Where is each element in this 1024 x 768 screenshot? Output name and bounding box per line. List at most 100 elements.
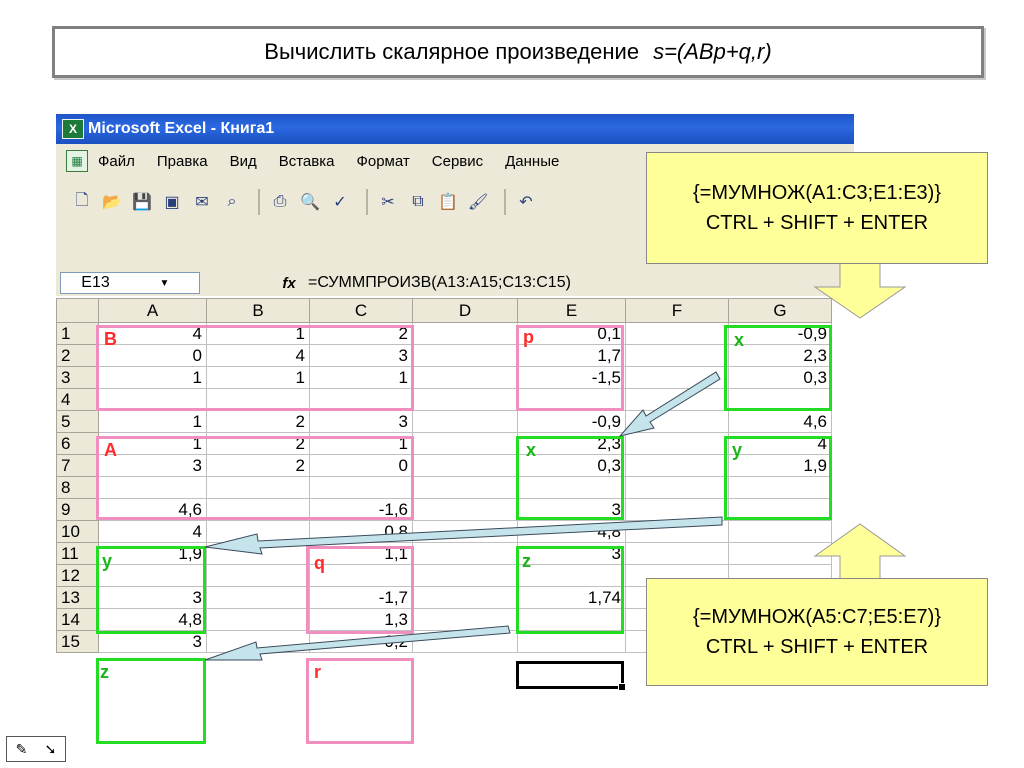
cell-b7[interactable]: 2 — [206, 454, 310, 477]
search-icon[interactable]: ⌕ — [220, 190, 244, 214]
save-icon[interactable]: 💾 — [130, 190, 154, 214]
fill-handle[interactable] — [618, 683, 626, 691]
cell-d4[interactable] — [412, 388, 518, 411]
cell-d2[interactable] — [412, 344, 518, 367]
row-header[interactable]: 11 — [56, 542, 99, 565]
pen-tool-icon[interactable]: ✎ — [7, 741, 36, 758]
cell-b9[interactable] — [206, 498, 310, 521]
cell-c10[interactable]: 0,8 — [309, 520, 413, 543]
menu-format[interactable]: Формат — [356, 153, 409, 170]
print-icon[interactable]: ⎙ — [268, 190, 292, 214]
column-header[interactable]: F — [625, 298, 729, 323]
cell-d11[interactable] — [412, 542, 518, 565]
chevron-down-icon[interactable]: ▼ — [130, 278, 199, 289]
cell-b14[interactable] — [206, 608, 310, 631]
cell-b8[interactable] — [206, 476, 310, 499]
cell-a11[interactable]: 1,9 — [98, 542, 207, 565]
cell-e8[interactable] — [517, 476, 626, 499]
cell-a13[interactable]: 3 — [98, 586, 207, 609]
menu-file[interactable]: Файл — [98, 153, 135, 170]
cell-g6[interactable]: 4 — [728, 432, 832, 455]
menu-insert[interactable]: Вставка — [279, 153, 335, 170]
cell-f6[interactable] — [625, 432, 729, 455]
cell-f2[interactable] — [625, 344, 729, 367]
cell-g9[interactable] — [728, 498, 832, 521]
fx-icon[interactable]: fx — [272, 275, 306, 292]
cell-f11[interactable] — [625, 542, 729, 565]
cell-a8[interactable] — [98, 476, 207, 499]
window-titlebar[interactable]: X Microsoft Excel - Книга1 — [56, 114, 854, 144]
name-box[interactable]: E13 ▼ — [60, 272, 200, 294]
cell-b11[interactable] — [206, 542, 310, 565]
cell-b13[interactable] — [206, 586, 310, 609]
cell-c13[interactable]: -1,7 — [309, 586, 413, 609]
cell-d6[interactable] — [412, 432, 518, 455]
cell-d8[interactable] — [412, 476, 518, 499]
cell-a3[interactable]: 1 — [98, 366, 207, 389]
print-preview-icon[interactable]: 🔍 — [298, 190, 322, 214]
cell-c7[interactable]: 0 — [309, 454, 413, 477]
cell-d7[interactable] — [412, 454, 518, 477]
select-all-corner[interactable] — [56, 298, 99, 323]
column-header[interactable]: B — [206, 298, 310, 323]
menu-edit[interactable]: Правка — [157, 153, 208, 170]
row-header[interactable]: 7 — [56, 454, 99, 477]
cell-c3[interactable]: 1 — [309, 366, 413, 389]
cell-c1[interactable]: 2 — [309, 322, 413, 345]
cell-d9[interactable] — [412, 498, 518, 521]
paste-icon[interactable]: 📋 — [436, 190, 460, 214]
cell-f5[interactable] — [625, 410, 729, 433]
cell-f7[interactable] — [625, 454, 729, 477]
cell-d15[interactable] — [412, 630, 518, 653]
cell-f8[interactable] — [625, 476, 729, 499]
column-header[interactable]: G — [728, 298, 832, 323]
cell-d5[interactable] — [412, 410, 518, 433]
cell-g3[interactable]: 0,3 — [728, 366, 832, 389]
cut-icon[interactable]: ✂ — [376, 190, 400, 214]
cell-e13[interactable]: 1,74 — [517, 586, 626, 609]
cell-c4[interactable] — [309, 388, 413, 411]
cell-c6[interactable]: 1 — [309, 432, 413, 455]
cell-d13[interactable] — [412, 586, 518, 609]
cell-a15[interactable]: 3 — [98, 630, 207, 653]
slide-nav-widget[interactable]: ✎ ➘ — [6, 736, 66, 762]
cell-e14[interactable] — [517, 608, 626, 631]
cell-a14[interactable]: 4,8 — [98, 608, 207, 631]
menu-data[interactable]: Данные — [505, 153, 559, 170]
arrow-pointer-icon[interactable]: ➘ — [36, 741, 65, 758]
open-folder-icon[interactable]: 📂 — [100, 190, 124, 214]
cell-g10[interactable] — [728, 520, 832, 543]
cell-f10[interactable] — [625, 520, 729, 543]
cell-b6[interactable]: 2 — [206, 432, 310, 455]
cell-c15[interactable]: 0,2 — [309, 630, 413, 653]
cell-f4[interactable] — [625, 388, 729, 411]
row-header[interactable]: 5 — [56, 410, 99, 433]
cell-e4[interactable] — [517, 388, 626, 411]
format-painter-icon[interactable]: 🖌 — [466, 190, 490, 214]
cell-c14[interactable]: 1,3 — [309, 608, 413, 631]
cell-b3[interactable]: 1 — [206, 366, 310, 389]
cell-d12[interactable] — [412, 564, 518, 587]
permission-icon[interactable]: ▣ — [160, 190, 184, 214]
cell-e5[interactable]: -0,9 — [517, 410, 626, 433]
row-header[interactable]: 8 — [56, 476, 99, 499]
row-header[interactable]: 14 — [56, 608, 99, 631]
cell-c2[interactable]: 3 — [309, 344, 413, 367]
cell-b12[interactable] — [206, 564, 310, 587]
cell-a5[interactable]: 1 — [98, 410, 207, 433]
email-icon[interactable]: ✉ — [190, 190, 214, 214]
new-document-icon[interactable]: 🗋 — [70, 190, 94, 214]
row-header[interactable]: 10 — [56, 520, 99, 543]
row-header[interactable]: 2 — [56, 344, 99, 367]
cell-g11[interactable] — [728, 542, 832, 565]
cell-c9[interactable]: -1,6 — [309, 498, 413, 521]
copy-icon[interactable]: ⧉ — [406, 190, 430, 214]
cell-e3[interactable]: -1,5 — [517, 366, 626, 389]
cell-g5[interactable]: 4,6 — [728, 410, 832, 433]
row-header[interactable]: 6 — [56, 432, 99, 455]
cell-e15[interactable] — [517, 630, 626, 653]
cell-c8[interactable] — [309, 476, 413, 499]
row-header[interactable]: 9 — [56, 498, 99, 521]
workbook-icon[interactable]: ▦ — [66, 150, 88, 172]
cell-a10[interactable]: 4 — [98, 520, 207, 543]
